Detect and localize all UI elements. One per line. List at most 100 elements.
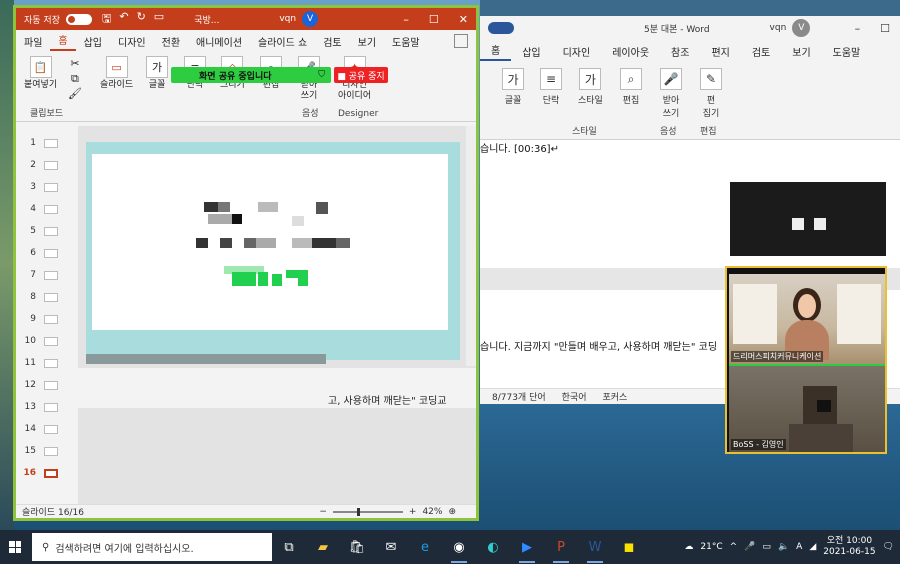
format-painter-icon[interactable]: 🖌 (68, 86, 82, 101)
slide-thumbnail[interactable]: 16 (20, 462, 72, 484)
copy-icon[interactable]: ⧉ (68, 71, 82, 86)
notification-icon[interactable]: 🗨 (883, 542, 894, 552)
powerpoint-icon[interactable]: P (544, 530, 578, 564)
screen-share-banner[interactable]: 화면 공유 중입니다 ⛉ (171, 67, 331, 83)
horizontal-scrollbar[interactable] (86, 354, 326, 364)
slides-button[interactable]: ▭ 슬라이드 (100, 56, 133, 91)
ppt-tab-help[interactable]: 도움말 (384, 34, 428, 49)
task-view-icon[interactable]: ⧉ (272, 530, 306, 564)
current-slide[interactable] (86, 142, 460, 360)
word-tab-mailings[interactable]: 편지 (700, 44, 740, 59)
word-tab-review[interactable]: 검토 (741, 44, 781, 59)
battery-icon[interactable]: ▭ (762, 542, 771, 552)
slide-thumbnail[interactable]: 11 (20, 352, 72, 374)
word-style-group[interactable]: 가 스타일 (578, 68, 603, 106)
redo-icon[interactable]: ↻ (137, 10, 146, 29)
undo-icon[interactable]: ↶ (119, 10, 128, 29)
zoom-in-icon[interactable]: + (409, 507, 417, 517)
slide-thumbnail[interactable]: 9 (20, 308, 72, 330)
clock[interactable]: 오전 10:00 2021-06-15 (823, 536, 875, 558)
word-focus[interactable]: 포커스 (602, 390, 627, 403)
minimize-icon[interactable]: – (855, 22, 861, 35)
slide-thumbnail[interactable]: 6 (20, 242, 72, 264)
ppt-filename[interactable]: 국방... (194, 13, 219, 26)
word-tab-layout[interactable]: 레이아웃 (601, 44, 660, 59)
zoom-out-icon[interactable]: − (319, 507, 327, 517)
volume-icon[interactable]: 🔈 (778, 542, 789, 552)
store-icon[interactable]: 🛍 (340, 530, 374, 564)
maximize-icon[interactable]: ☐ (429, 13, 439, 26)
fit-slide-icon[interactable]: ⊕ (448, 507, 456, 517)
ppt-tab-design[interactable]: 디자인 (110, 34, 154, 49)
word-count[interactable]: 8/773개 단어 (492, 390, 546, 403)
slide-thumbnail[interactable]: 3 (20, 176, 72, 198)
network-icon[interactable]: ◢ (809, 542, 816, 552)
slide-thumbnail[interactable]: 10 (20, 330, 72, 352)
chevron-up-icon[interactable]: ^ (730, 542, 738, 552)
word-tab-help[interactable]: 도움말 (822, 44, 872, 59)
minimize-icon[interactable]: – (403, 13, 409, 26)
slide-thumbnail[interactable]: 7 (20, 264, 72, 286)
word-language[interactable]: 한국어 (562, 390, 587, 403)
autosave-toggle[interactable] (65, 13, 92, 25)
slide-thumbnail[interactable]: 13 (20, 396, 72, 418)
mail-icon[interactable]: ✉ (374, 530, 408, 564)
slide-thumbnail[interactable]: 14 (20, 418, 72, 440)
word-autosave-toggle[interactable] (488, 22, 514, 34)
file-explorer-icon[interactable]: ▰ (306, 530, 340, 564)
vertical-scrollbar[interactable] (466, 126, 476, 366)
slide-thumbnail[interactable]: 12 (20, 374, 72, 396)
word-tab-insert[interactable]: 삽입 (511, 44, 551, 59)
ppt-tab-animations[interactable]: 애니메이션 (188, 34, 250, 49)
chrome-icon[interactable]: ◉ (442, 530, 476, 564)
ppt-tab-slideshow[interactable]: 슬라이드 쇼 (250, 34, 315, 49)
ppt-tab-review[interactable]: 검토 (315, 34, 349, 49)
ppt-avatar[interactable]: V (302, 11, 319, 27)
slide-thumbnail[interactable]: 4 (20, 198, 72, 220)
ie-browser-icon[interactable]: e (408, 530, 442, 564)
slide-editing-area[interactable]: 고, 사용하며 깨닫는" 코딩교 (78, 126, 476, 504)
word-icon[interactable]: W (578, 530, 612, 564)
word-tab-references[interactable]: 참조 (660, 44, 700, 59)
font-button[interactable]: 가 글꼴 (146, 56, 168, 91)
ppt-tab-insert[interactable]: 삽입 (76, 34, 110, 49)
start-button[interactable] (0, 541, 30, 553)
word-editor-group[interactable]: ✎ 편 집기 (700, 68, 722, 119)
word-paragraph-group[interactable]: ≡ 단락 (540, 68, 562, 106)
zoom-app-icon[interactable]: ▶ (510, 530, 544, 564)
slide-thumbnail[interactable]: 5 (20, 220, 72, 242)
ppt-tab-file[interactable]: 파일 (16, 34, 50, 49)
zoom-participant-tile[interactable]: 드리머스피치커뮤니케이션 (729, 274, 885, 364)
weather-icon[interactable]: ☁ (684, 542, 693, 552)
word-tab-view[interactable]: 보기 (781, 44, 821, 59)
zoom-slider[interactable] (332, 507, 403, 516)
close-icon[interactable]: ✕ (459, 13, 468, 26)
maximize-icon[interactable]: ☐ (880, 22, 890, 35)
save-icon[interactable]: 🖫 (102, 10, 111, 29)
taskbar-search-box[interactable]: ⚲ 검색하려면 여기에 입력하십시오. (32, 533, 272, 561)
kakaotalk-icon[interactable]: ◼ (612, 530, 646, 564)
share-icon[interactable] (454, 34, 468, 48)
word-avatar[interactable]: V (792, 19, 811, 37)
microphone-icon[interactable]: 🎤 (744, 542, 755, 552)
weather-temp[interactable]: 21°C (700, 542, 722, 552)
slide-thumbnail[interactable]: 2 (20, 154, 72, 176)
word-tab-home[interactable]: 홈 (480, 42, 512, 61)
slideshow-icon[interactable]: ▭ (154, 10, 164, 29)
ime-indicator[interactable]: A (796, 542, 802, 552)
slide-thumbnail[interactable]: 1 (20, 132, 72, 154)
ppt-tab-home[interactable]: 홈 (50, 32, 76, 51)
zoom-control[interactable]: − + 42% ⊕ (319, 507, 456, 517)
word-tab-design[interactable]: 디자인 (552, 44, 602, 59)
zoom-participant-tile[interactable]: BoSS - 김영인 (729, 364, 885, 452)
stop-share-button[interactable]: ■ 공유 중지 (334, 67, 388, 83)
paste-button[interactable]: 📋 붙여넣기 (24, 56, 57, 91)
word-font-group[interactable]: 가 글꼴 (502, 68, 524, 106)
word-editing-group[interactable]: ⌕ 편집 (620, 68, 642, 106)
zoom-level[interactable]: 42% (422, 507, 442, 517)
ppt-tab-transitions[interactable]: 전환 (154, 34, 188, 49)
cut-icon[interactable]: ✂ (68, 56, 82, 71)
ppt-tab-view[interactable]: 보기 (350, 34, 384, 49)
slide-thumbnail[interactable]: 15 (20, 440, 72, 462)
edge-icon[interactable]: ◐ (476, 530, 510, 564)
